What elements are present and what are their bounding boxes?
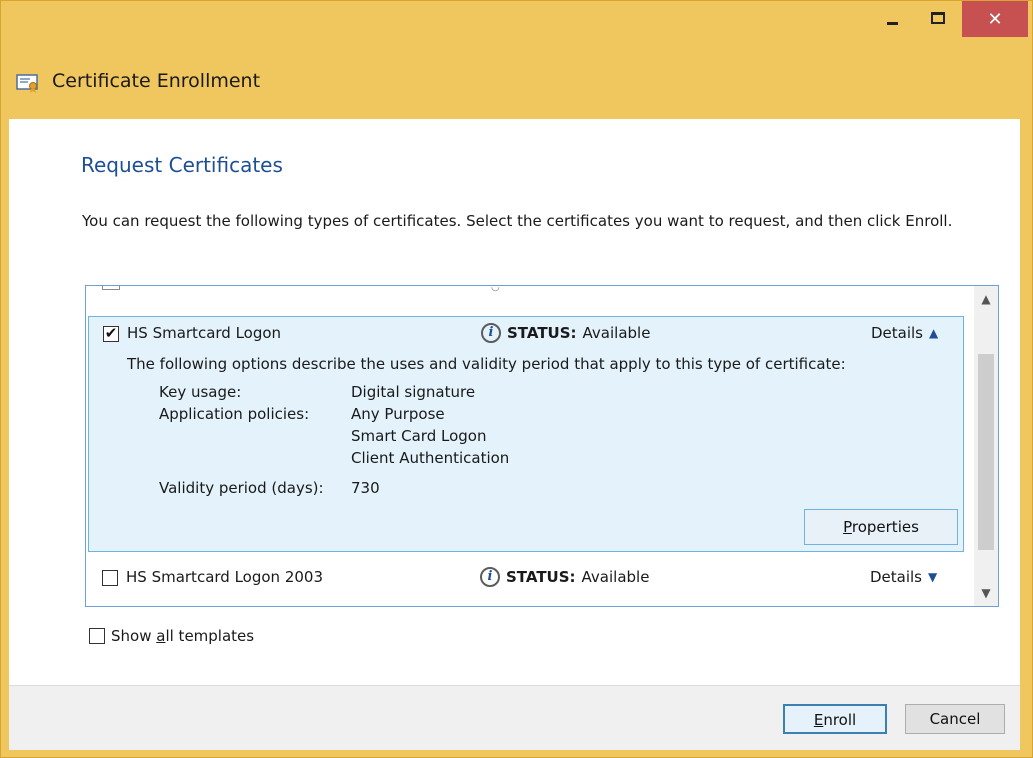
info-icon: i (481, 323, 501, 343)
validity-period-value: 730 (351, 479, 380, 497)
show-all-templates[interactable]: Show all templates (89, 627, 254, 645)
certificate-enrollment-window: ✕ Certificate Enrollment Request Certifi… (0, 0, 1033, 758)
status-value: Available (581, 568, 650, 586)
key-usage-value: Digital signature (351, 383, 476, 401)
certificate-item-hs-smartcard-logon-2003[interactable]: HS Smartcard Logon 2003 i STATUS: Availa… (88, 556, 964, 596)
status-label: STATUS: (507, 324, 577, 342)
minimize-icon (886, 21, 898, 25)
dialog-header: Certificate Enrollment (1, 57, 1033, 105)
page-title: Request Certificates (81, 153, 283, 177)
enroll-button[interactable]: Enroll (783, 704, 887, 734)
partial-info-icon: ◡ (491, 285, 500, 293)
certificate-checkbox[interactable]: ✔ (103, 326, 119, 342)
minimize-button[interactable] (869, 1, 915, 35)
details-toggle[interactable]: Details ▼ (870, 568, 937, 586)
maximize-button[interactable] (915, 1, 961, 35)
partial-checkbox (102, 286, 120, 290)
application-policies-label: Application policies: (159, 405, 310, 423)
certificate-status: i STATUS: Available (480, 567, 649, 587)
scroll-down-icon[interactable]: ▼ (974, 580, 998, 606)
instructions-text: You can request the following types of c… (82, 212, 953, 230)
cancel-button[interactable]: Cancel (905, 704, 1005, 734)
info-icon: i (480, 567, 500, 587)
show-all-checkbox[interactable] (89, 628, 105, 644)
certificate-item-hs-smartcard-logon[interactable]: ✔ HS Smartcard Logon i STATUS: Available… (88, 316, 964, 552)
content-area: Request Certificates You can request the… (9, 119, 1020, 685)
application-policy: Client Authentication (351, 449, 510, 467)
certificate-name: HS Smartcard Logon (127, 324, 282, 342)
scroll-up-icon[interactable]: ▲ (974, 286, 998, 312)
vertical-scrollbar[interactable]: ▲ ▼ (974, 286, 998, 606)
scrollbar-thumb[interactable] (978, 354, 994, 550)
close-button[interactable]: ✕ (962, 1, 1028, 37)
details-toggle[interactable]: Details ▲ (871, 324, 938, 342)
title-bar[interactable]: ✕ (1, 1, 1033, 41)
validity-period-label: Validity period (days): (159, 479, 324, 497)
status-value: Available (582, 324, 651, 342)
application-policy: Smart Card Logon (351, 427, 487, 445)
chevron-down-icon: ▼ (928, 570, 938, 584)
certificate-status: i STATUS: Available (481, 323, 650, 343)
dialog-title: Certificate Enrollment (52, 70, 261, 92)
certificate-name: HS Smartcard Logon 2003 (126, 568, 323, 586)
status-label: STATUS: (506, 568, 576, 586)
application-policy: Any Purpose (351, 405, 445, 423)
maximize-icon (931, 12, 945, 24)
chevron-up-icon: ▲ (929, 326, 939, 340)
certificate-list[interactable]: ◡ ✔ HS Smartcard Logon i STATUS: Availab… (85, 285, 999, 607)
key-usage-label: Key usage: (159, 383, 242, 401)
properties-button[interactable]: Properties (804, 509, 958, 545)
certificate-description: The following options describe the uses … (127, 355, 846, 373)
show-all-label: Show all templates (111, 627, 255, 645)
details-label: Details (870, 568, 923, 586)
certificate-checkbox[interactable] (102, 570, 118, 586)
close-icon: ✕ (987, 8, 1003, 30)
details-label: Details (871, 324, 924, 342)
certificate-icon (16, 74, 38, 93)
dialog-footer: Enroll Cancel (9, 685, 1020, 750)
